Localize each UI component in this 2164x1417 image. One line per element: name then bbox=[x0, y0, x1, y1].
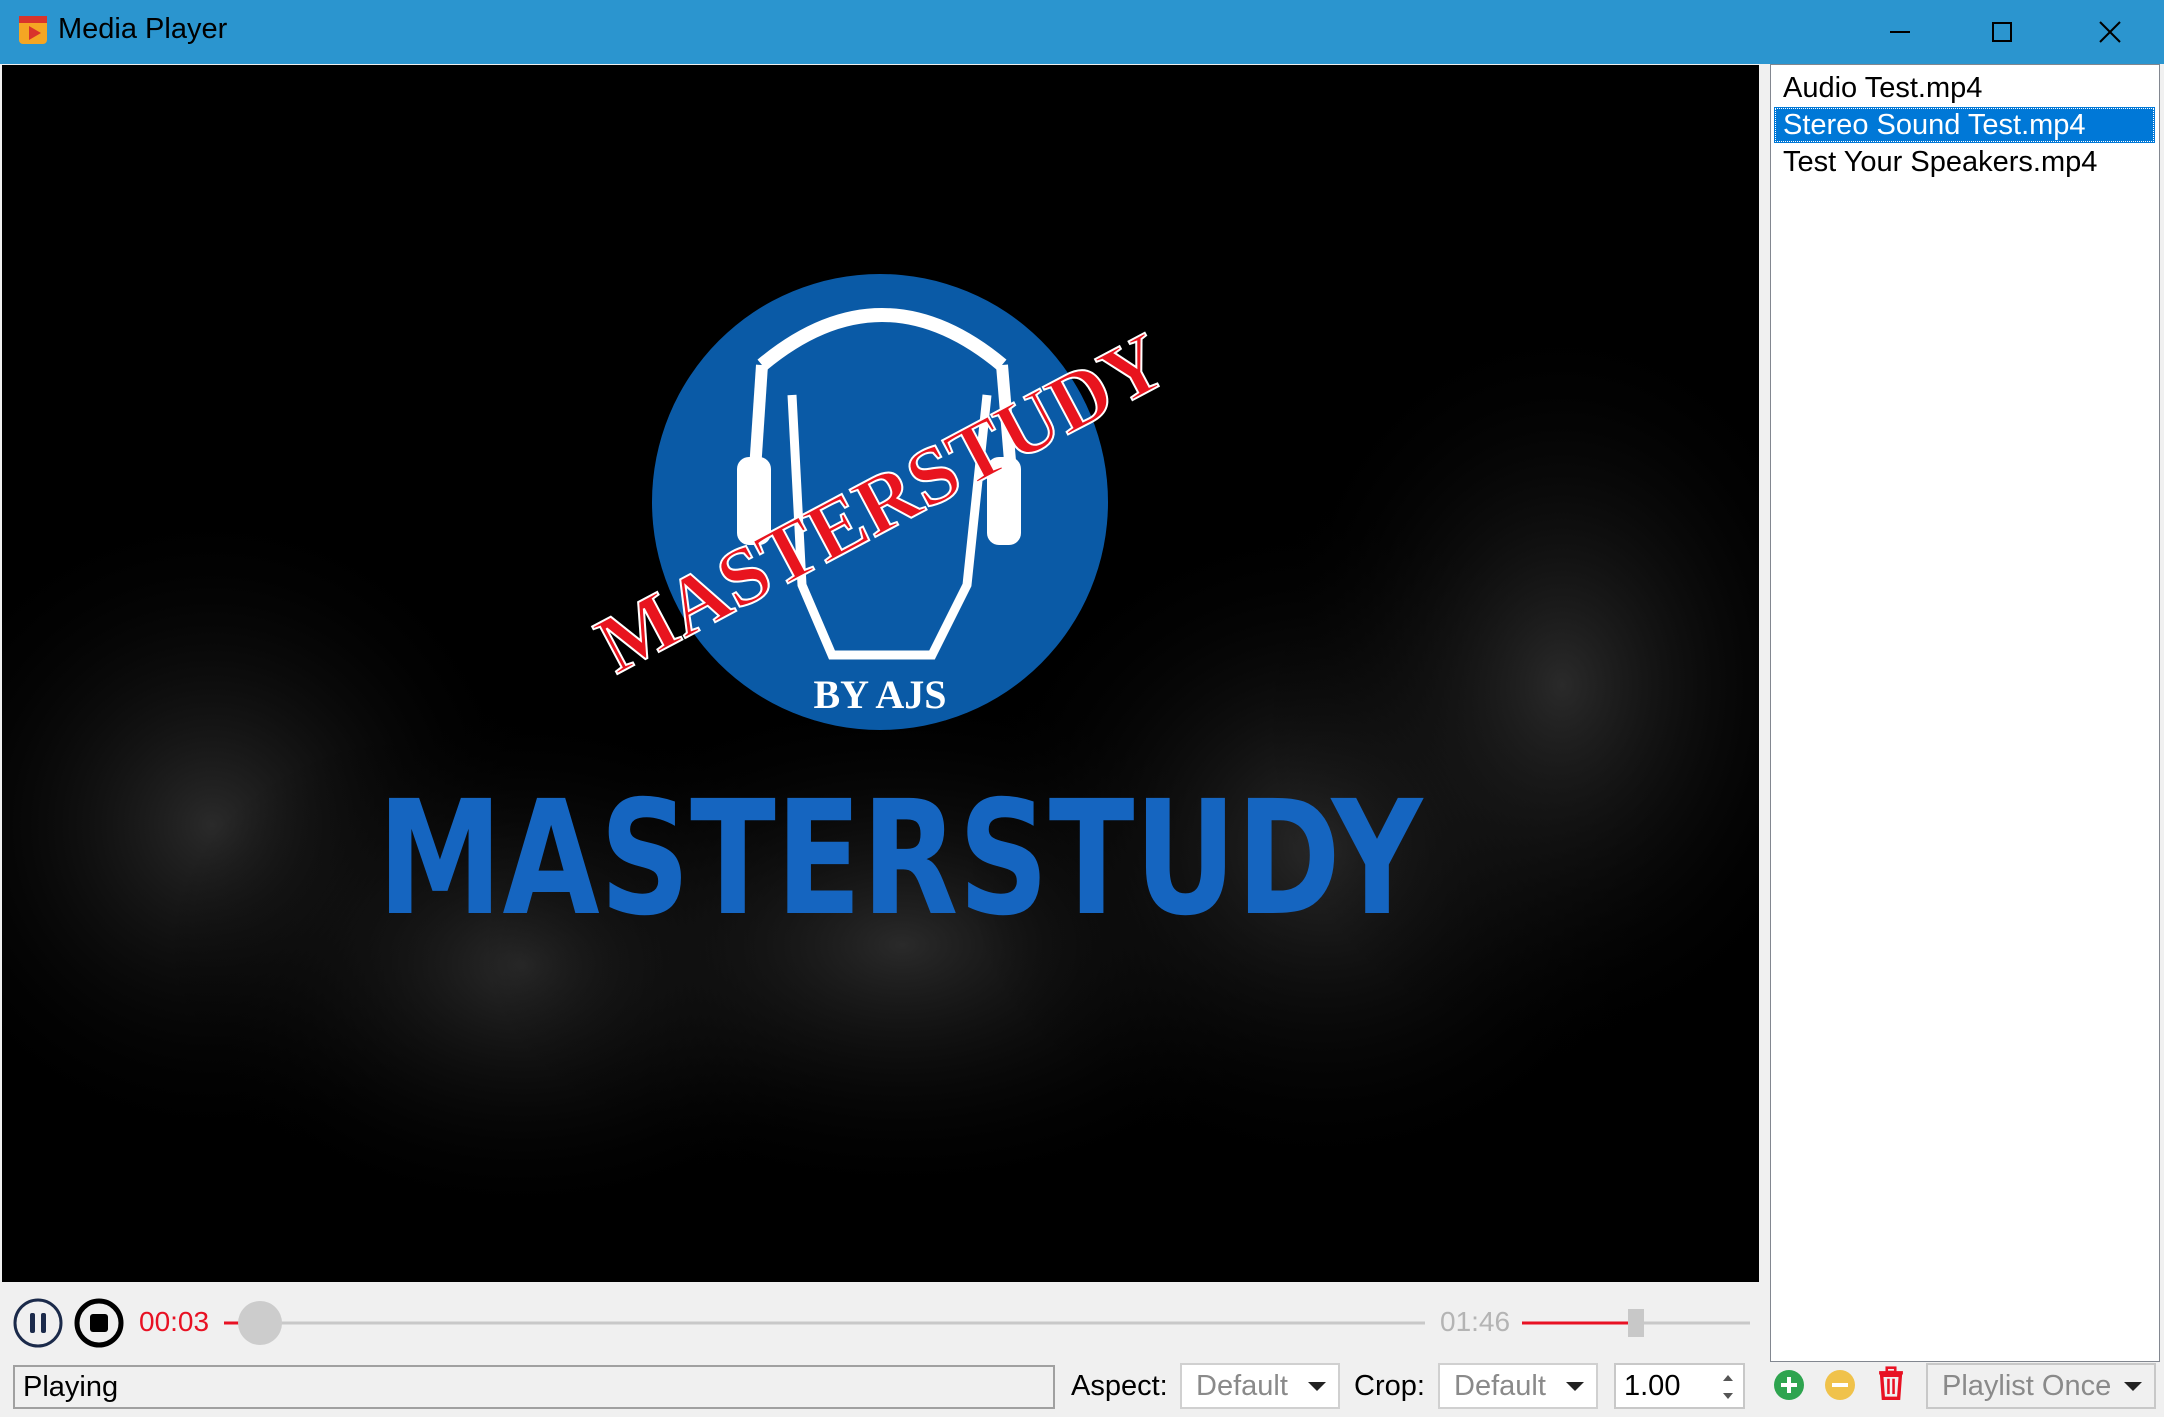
title-bar[interactable]: Media Player bbox=[0, 0, 2164, 64]
playlist-mode-dropdown[interactable]: Playlist Once bbox=[1926, 1363, 2156, 1409]
remove-icon[interactable] bbox=[1823, 1368, 1857, 1402]
logo-byline: BY AJS bbox=[813, 672, 946, 717]
spin-up-icon[interactable] bbox=[1715, 1367, 1741, 1387]
crop-dropdown[interactable]: Default bbox=[1438, 1363, 1598, 1409]
playlist-item-audio-test[interactable]: Audio Test.mp4 bbox=[1774, 70, 2155, 106]
status-text: Playing bbox=[13, 1365, 1055, 1409]
stop-button[interactable] bbox=[72, 1296, 126, 1350]
minimize-icon bbox=[1890, 31, 1910, 33]
masterstudy-banner: MASTERSTUDY bbox=[378, 767, 1424, 951]
playlist-panel[interactable]: Audio Test.mp4 Stereo Sound Test.mp4 Tes… bbox=[1770, 64, 2160, 1362]
close-button[interactable] bbox=[2058, 0, 2158, 64]
aspect-value: Default bbox=[1196, 1370, 1288, 1402]
window-title: Media Player bbox=[58, 13, 228, 45]
stop-icon bbox=[74, 1298, 124, 1348]
pause-button[interactable] bbox=[11, 1296, 65, 1350]
pause-icon bbox=[13, 1298, 63, 1348]
spin-down-icon[interactable] bbox=[1715, 1387, 1741, 1407]
volume-thumb[interactable] bbox=[1628, 1309, 1644, 1337]
aspect-dropdown[interactable]: Default bbox=[1180, 1363, 1340, 1409]
crop-label: Crop: bbox=[1354, 1370, 1425, 1402]
trash-icon[interactable] bbox=[1874, 1366, 1908, 1400]
maximize-icon bbox=[1992, 22, 2012, 42]
current-time: 00:03 bbox=[139, 1306, 210, 1337]
playlist-item-stereo-sound-test[interactable]: Stereo Sound Test.mp4 bbox=[1774, 107, 2155, 143]
aspect-label: Aspect: bbox=[1071, 1370, 1168, 1402]
chevron-down-icon bbox=[1566, 1382, 1584, 1391]
crop-value: Default bbox=[1454, 1370, 1546, 1402]
media-player-app-icon bbox=[17, 14, 49, 46]
close-icon bbox=[2099, 21, 2121, 43]
speed-spinner[interactable]: 1.00 bbox=[1614, 1363, 1745, 1409]
chevron-down-icon bbox=[1308, 1382, 1326, 1391]
chevron-down-icon bbox=[2124, 1382, 2142, 1391]
playback-controls: 00:03 01:46 bbox=[0, 1282, 1765, 1362]
minimize-button[interactable] bbox=[1850, 0, 1950, 64]
video-display[interactable]: MASTERSTUDY BY AJS MASTERSTUDY bbox=[2, 65, 1759, 1282]
volume-slider[interactable] bbox=[1520, 1298, 1752, 1348]
status-bar: Playing Aspect: Default Crop: Default 1.… bbox=[0, 1362, 2164, 1417]
playlist-mode-value: Playlist Once bbox=[1942, 1370, 2112, 1402]
seek-slider[interactable] bbox=[220, 1298, 1430, 1348]
total-time: 01:46 bbox=[1440, 1306, 1511, 1337]
seek-thumb[interactable] bbox=[238, 1301, 283, 1345]
speed-value: 1.00 bbox=[1624, 1370, 1681, 1402]
add-icon[interactable] bbox=[1772, 1368, 1806, 1402]
maximize-button[interactable] bbox=[1953, 0, 2053, 64]
playlist-item-test-your-speakers[interactable]: Test Your Speakers.mp4 bbox=[1774, 144, 2155, 180]
